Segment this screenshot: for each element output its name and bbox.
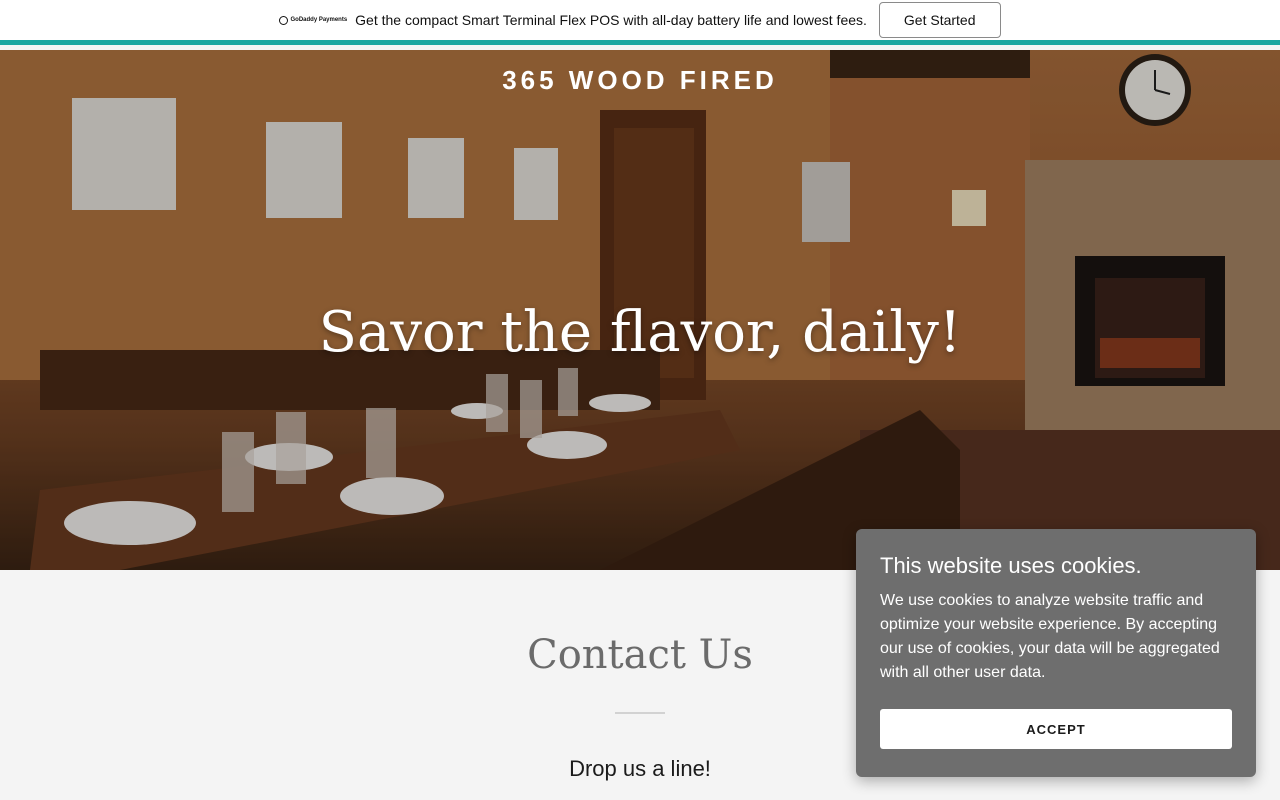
site-brand[interactable]: 365 WOOD FIRED xyxy=(0,65,1280,96)
cookie-title: This website uses cookies. xyxy=(880,553,1142,578)
promo-banner: GoDaddy Payments Get the compact Smart T… xyxy=(0,0,1280,45)
accept-cookies-button[interactable]: ACCEPT xyxy=(880,709,1232,749)
hero-section: 365 WOOD FIRED Savor the flavor, daily! xyxy=(0,50,1280,570)
promo-logo-text: GoDaddy Payments xyxy=(290,17,348,23)
cookie-body: We use cookies to analyze website traffi… xyxy=(880,592,1220,681)
cookie-consent-dialog: This website uses cookies. We use cookie… xyxy=(856,529,1256,777)
godaddy-logo-icon xyxy=(279,15,289,25)
get-started-button[interactable]: Get Started xyxy=(878,2,1001,38)
godaddy-payments-logo: GoDaddy Payments xyxy=(279,15,348,25)
section-divider xyxy=(615,712,665,714)
hero-tagline: Savor the flavor, daily! xyxy=(318,300,962,365)
promo-content: GoDaddy Payments Get the compact Smart T… xyxy=(279,0,1001,40)
promo-message: Get the compact Smart Terminal Flex POS … xyxy=(355,12,867,28)
